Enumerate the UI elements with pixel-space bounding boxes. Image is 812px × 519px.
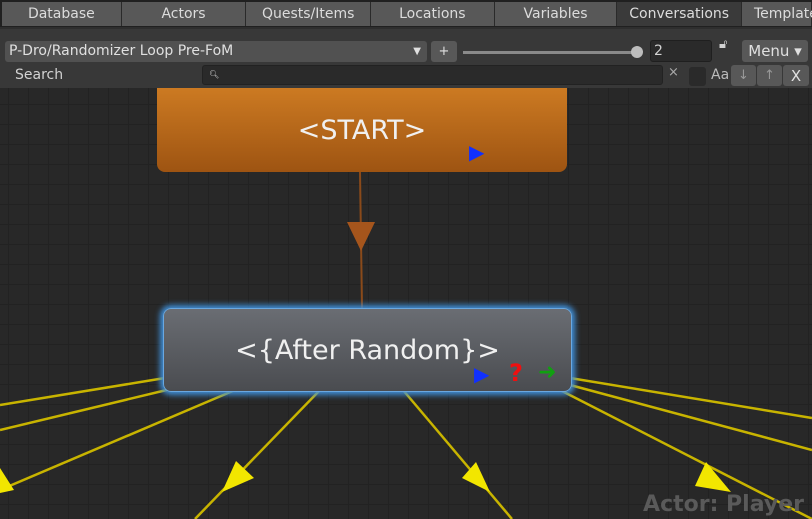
player-flag-icon: ▶	[474, 362, 490, 386]
actor-watermark: Actor: Player	[643, 492, 804, 517]
link-arrow	[222, 461, 254, 492]
script-arrow-icon: ➜	[538, 360, 557, 385]
link-line	[569, 376, 812, 420]
condition-question-icon: ?	[509, 359, 523, 387]
player-flag-icon: ▶	[469, 140, 485, 164]
node-title: <START>	[297, 114, 427, 146]
link-line	[0, 388, 236, 492]
node-title: <{After Random}>	[235, 334, 500, 366]
link-arrow	[0, 468, 14, 493]
link-line	[0, 386, 176, 432]
link-line	[402, 389, 513, 519]
link-arrow	[347, 222, 375, 251]
start-node[interactable]: <START> ▶	[157, 88, 567, 172]
after-random-node[interactable]: <{After Random}> ▶ ? ➜	[163, 308, 572, 392]
link-line	[569, 383, 812, 452]
link-arrow	[695, 462, 731, 492]
links-layer	[0, 171, 812, 519]
link-line	[0, 376, 166, 407]
link-line	[194, 389, 321, 519]
